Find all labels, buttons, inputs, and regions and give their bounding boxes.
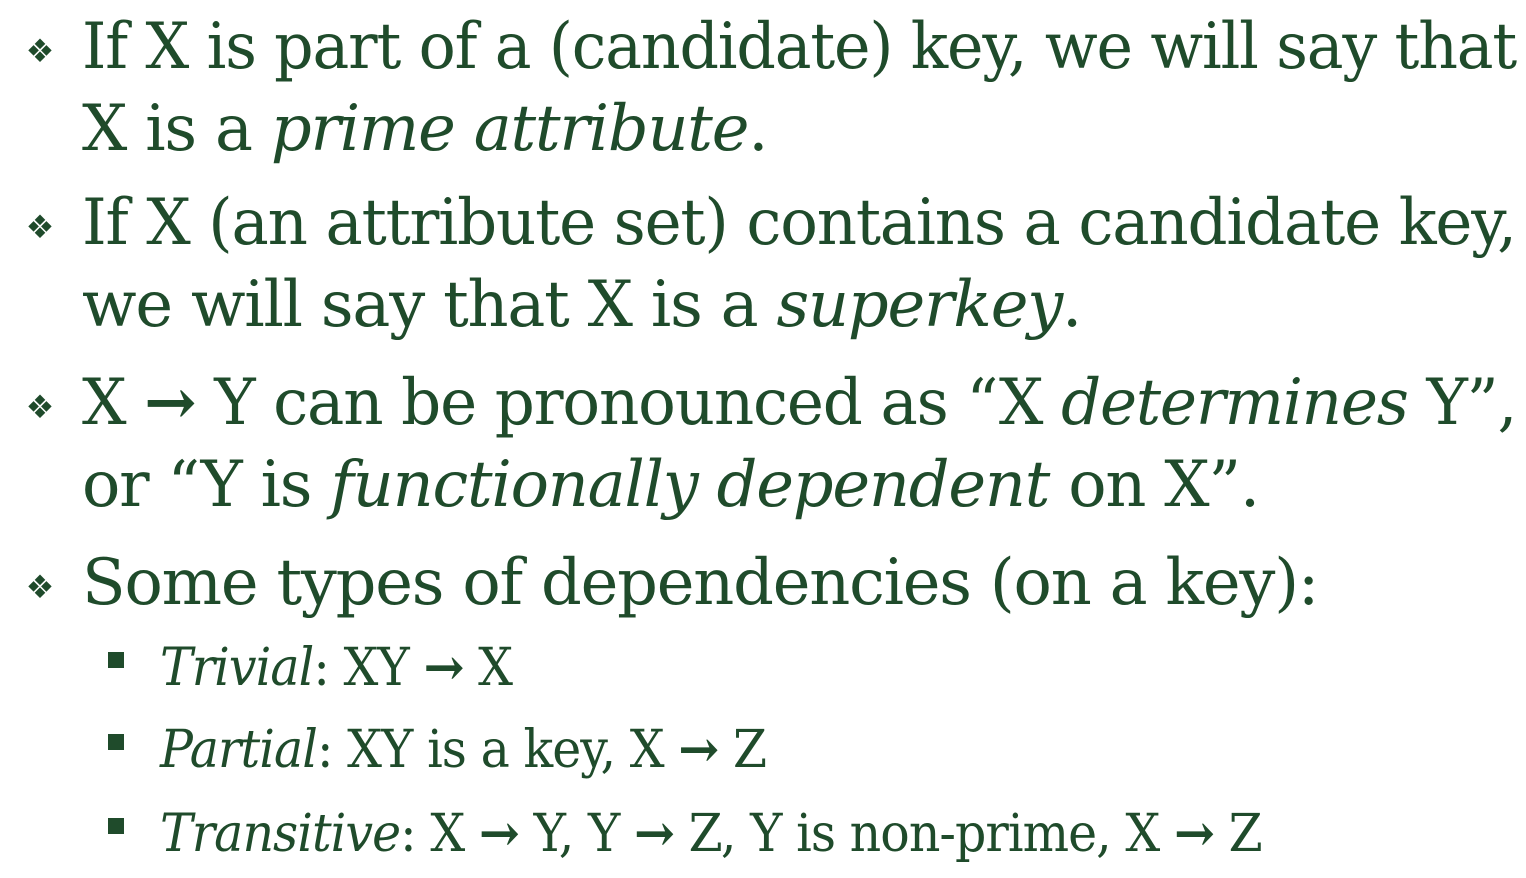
sub-bullet-text: Z	[718, 720, 767, 780]
bullet-line: X is a prime attribute.	[82, 88, 1516, 170]
diamond-cluster-bullet-icon: ❖	[25, 208, 55, 246]
bullet-text: .	[1062, 268, 1082, 342]
square-bullet-icon	[108, 734, 124, 750]
bullet-text: X is a	[82, 92, 271, 166]
sub-bullet-text: Z	[1214, 804, 1263, 864]
bullet-line: If X (an attribute set) contains a candi…	[82, 182, 1517, 264]
sub-bullet-text: Z, Y is non-prime, X	[674, 804, 1174, 864]
bullet-line: Some types of dependencies (on a key):	[82, 542, 1516, 624]
sub-bullet-text: : XY	[313, 638, 424, 698]
square-bullet-icon	[108, 652, 124, 668]
sub-bullet-text: X	[463, 638, 513, 698]
sub-bullet-text: Y, Y	[518, 804, 634, 864]
sub-bullet-line: Partial: XY is a key, X → Z	[160, 719, 1516, 781]
bullet-line: X → Y can be pronounced as “X determines…	[82, 362, 1517, 444]
square-bullet-icon	[108, 818, 124, 834]
diamond-cluster-bullet-icon: ❖	[25, 32, 55, 70]
sub-bullet-text: : X	[400, 804, 479, 864]
bullet-line: If X is part of a (candidate) key, we wi…	[82, 6, 1517, 88]
bullet-line: we will say that X is a superkey.	[82, 264, 1516, 346]
right-arrow-icon: →	[633, 803, 675, 864]
bullet-text: Y”,	[1407, 366, 1517, 440]
bullet-line: or “Y is functionally dependent on X”.	[82, 444, 1516, 526]
bullet-text: .	[748, 92, 768, 166]
bullet-text: If X is part of a (candidate) key, we wi…	[82, 10, 1517, 84]
sub-bullet-line: Trivial: XY → X	[160, 637, 1516, 699]
right-arrow-icon: →	[478, 803, 520, 864]
bullet-text: or “Y is	[82, 448, 331, 522]
term-superkey: superkey	[776, 268, 1064, 342]
term-determines: determines	[1061, 366, 1409, 440]
term-trivial: Trivial	[160, 638, 314, 698]
right-arrow-icon: →	[678, 719, 719, 780]
bullet-text: we will say that X is a	[82, 268, 777, 342]
diamond-cluster-bullet-icon: ❖	[25, 568, 55, 606]
bullet-text: on X”.	[1049, 448, 1260, 522]
bullet-text: Y can be pronounced as “X	[195, 366, 1062, 440]
bullet-text: If X (an attribute set) contains a candi…	[82, 186, 1517, 260]
diamond-cluster-bullet-icon: ❖	[25, 388, 55, 426]
sub-bullet-text: : XY is a key, X	[316, 720, 679, 780]
right-arrow-icon: →	[1173, 803, 1215, 864]
sub-bullet-line: Transitive: X → Y, Y → Z, Y is non-prime…	[160, 803, 1516, 865]
slide: ❖ If X is part of a (candidate) key, we …	[0, 0, 1526, 878]
term-transitive: Transitive	[160, 804, 401, 864]
term-prime-attribute: prime attribute	[270, 92, 750, 166]
term-functionally-dependent: functionally dependent	[330, 448, 1050, 522]
right-arrow-icon: →	[423, 637, 464, 698]
bullet-text: Some types of dependencies (on a key):	[82, 546, 1319, 620]
term-partial: Partial	[160, 720, 318, 780]
bullet-text: X	[82, 366, 145, 440]
right-arrow-icon: →	[144, 365, 197, 440]
